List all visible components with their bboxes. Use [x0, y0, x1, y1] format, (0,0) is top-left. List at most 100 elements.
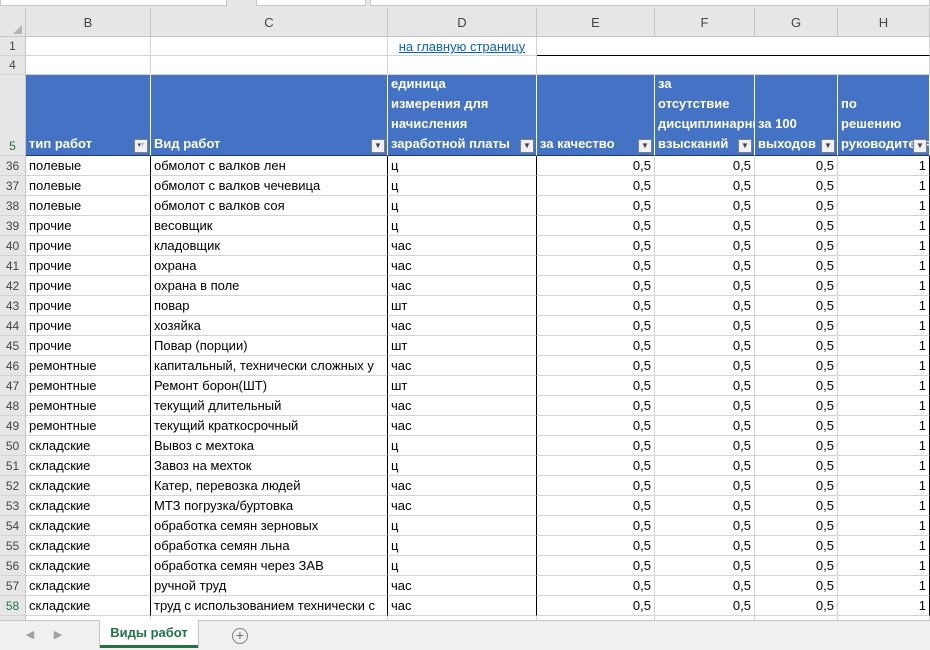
header-cell-d[interactable]: единица измерения для начисления заработ…	[388, 75, 537, 156]
header-cell-h[interactable]: по решению руководителя ▼	[838, 75, 930, 156]
home-page-link[interactable]: на главную страницу	[388, 37, 537, 56]
work-name-cell[interactable]: Завоз на мехток	[151, 456, 388, 476]
work-type-cell[interactable]: прочие	[26, 316, 151, 336]
row-header[interactable]: 1	[0, 37, 25, 56]
coefficient-cell[interactable]: 0,5	[755, 496, 838, 516]
empty-cell[interactable]	[151, 56, 388, 75]
coefficient-cell[interactable]: 0,5	[537, 276, 655, 296]
header-cell-e[interactable]: за качество ▼	[537, 75, 655, 156]
coefficient-cell[interactable]: 1	[838, 256, 930, 276]
coefficient-cell[interactable]: 0,5	[755, 276, 838, 296]
coefficient-cell[interactable]: 0,5	[537, 376, 655, 396]
work-name-cell[interactable]: обработка семян зерновых	[151, 516, 388, 536]
coefficient-cell[interactable]: 0,5	[537, 256, 655, 276]
unit-cell[interactable]: час	[388, 596, 537, 616]
unit-cell[interactable]: ц	[388, 516, 537, 536]
work-type-cell[interactable]: складские	[26, 556, 151, 576]
coefficient-cell[interactable]: 0,5	[655, 496, 755, 516]
coefficient-cell[interactable]: 0,5	[537, 156, 655, 176]
unit-cell[interactable]: час	[388, 396, 537, 416]
work-type-cell[interactable]: складские	[26, 496, 151, 516]
work-type-cell[interactable]: ремонтные	[26, 396, 151, 416]
coefficient-cell[interactable]: 0,5	[655, 556, 755, 576]
coefficient-cell[interactable]: 1	[838, 276, 930, 296]
coefficient-cell[interactable]: 0,5	[755, 176, 838, 196]
coefficient-cell[interactable]: 0,5	[537, 576, 655, 596]
filter-icon[interactable]: ▼	[371, 139, 385, 153]
coefficient-cell[interactable]: 0,5	[537, 436, 655, 456]
unit-cell[interactable]: ц	[388, 536, 537, 556]
coefficient-cell[interactable]: 0,5	[655, 396, 755, 416]
chevron-left-icon[interactable]: ◀	[24, 629, 36, 641]
coefficient-cell[interactable]: 1	[838, 396, 930, 416]
work-name-cell[interactable]: кладовщик	[151, 236, 388, 256]
work-type-cell[interactable]: складские	[26, 596, 151, 616]
coefficient-cell[interactable]: 0,5	[655, 176, 755, 196]
filter-icon[interactable]: ▼	[821, 139, 835, 153]
row-header[interactable]: 55	[0, 536, 25, 556]
coefficient-cell[interactable]: 1	[838, 576, 930, 596]
row-header[interactable]: 45	[0, 336, 25, 356]
worksheet-grid[interactable]: на главную страницу тип работ ▾↑ Вид работ ▼…	[26, 37, 930, 620]
coefficient-cell[interactable]: 1	[838, 336, 930, 356]
unit-cell[interactable]: час	[388, 476, 537, 496]
unit-cell[interactable]: ц	[388, 456, 537, 476]
unit-cell[interactable]: шт	[388, 376, 537, 396]
row-header[interactable]: 43	[0, 296, 25, 316]
coefficient-cell[interactable]: 1	[838, 156, 930, 176]
coefficient-cell[interactable]: 0,5	[537, 516, 655, 536]
filter-icon[interactable]: ▼	[913, 139, 927, 153]
coefficient-cell[interactable]: 1	[838, 596, 930, 616]
header-cell-g[interactable]: за 100 выходов ▼	[755, 75, 838, 156]
work-type-cell[interactable]: складские	[26, 516, 151, 536]
coefficient-cell[interactable]: 0,5	[537, 216, 655, 236]
chevron-right-icon[interactable]: ▶	[52, 629, 64, 641]
row-header[interactable]: 54	[0, 516, 25, 536]
work-type-cell[interactable]: складские	[26, 476, 151, 496]
work-type-cell[interactable]: складские	[26, 536, 151, 556]
unit-cell[interactable]: час	[388, 496, 537, 516]
coefficient-cell[interactable]: 0,5	[755, 416, 838, 436]
coefficient-cell[interactable]: 0,5	[537, 196, 655, 216]
empty-cell[interactable]	[755, 56, 838, 75]
column-header-b[interactable]: B	[26, 8, 151, 37]
coefficient-cell[interactable]: 0,5	[537, 456, 655, 476]
coefficient-cell[interactable]: 0,5	[655, 296, 755, 316]
unit-cell[interactable]: час	[388, 236, 537, 256]
row-header[interactable]: 52	[0, 476, 25, 496]
work-type-cell[interactable]: прочие	[26, 336, 151, 356]
row-header[interactable]: 41	[0, 256, 25, 276]
row-header[interactable]: 37	[0, 176, 25, 196]
coefficient-cell[interactable]: 1	[838, 516, 930, 536]
coefficient-cell[interactable]: 0,5	[537, 396, 655, 416]
coefficient-cell[interactable]: 0,5	[655, 216, 755, 236]
column-header-c[interactable]: C	[151, 8, 388, 37]
row-header[interactable]: 44	[0, 316, 25, 336]
coefficient-cell[interactable]: 0,5	[755, 336, 838, 356]
work-name-cell[interactable]: текущий длительный	[151, 396, 388, 416]
unit-cell[interactable]: шт	[388, 296, 537, 316]
row-header[interactable]: 46	[0, 356, 25, 376]
work-type-cell[interactable]: полевые	[26, 196, 151, 216]
column-header-h[interactable]: H	[838, 8, 930, 37]
work-type-cell[interactable]: складские	[26, 436, 151, 456]
row-header[interactable]: 38	[0, 196, 25, 216]
unit-cell[interactable]: час	[388, 276, 537, 296]
unit-cell[interactable]: ц	[388, 196, 537, 216]
coefficient-cell[interactable]: 0,5	[755, 376, 838, 396]
work-name-cell[interactable]: МТЗ погрузка/буртовка	[151, 496, 388, 516]
header-cell-c[interactable]: Вид работ ▼	[151, 75, 388, 156]
coefficient-cell[interactable]: 0,5	[655, 316, 755, 336]
work-type-cell[interactable]: ремонтные	[26, 356, 151, 376]
coefficient-cell[interactable]: 0,5	[655, 156, 755, 176]
work-name-cell[interactable]: хозяйка	[151, 316, 388, 336]
work-name-cell[interactable]: обработка семян через ЗАВ	[151, 556, 388, 576]
column-header-f[interactable]: F	[655, 8, 755, 37]
coefficient-cell[interactable]: 1	[838, 496, 930, 516]
empty-cell[interactable]	[26, 56, 151, 75]
unit-cell[interactable]: час	[388, 316, 537, 336]
coefficient-cell[interactable]: 0,5	[755, 316, 838, 336]
coefficient-cell[interactable]: 0,5	[755, 456, 838, 476]
coefficient-cell[interactable]: 0,5	[537, 356, 655, 376]
unit-cell[interactable]: ц	[388, 556, 537, 576]
